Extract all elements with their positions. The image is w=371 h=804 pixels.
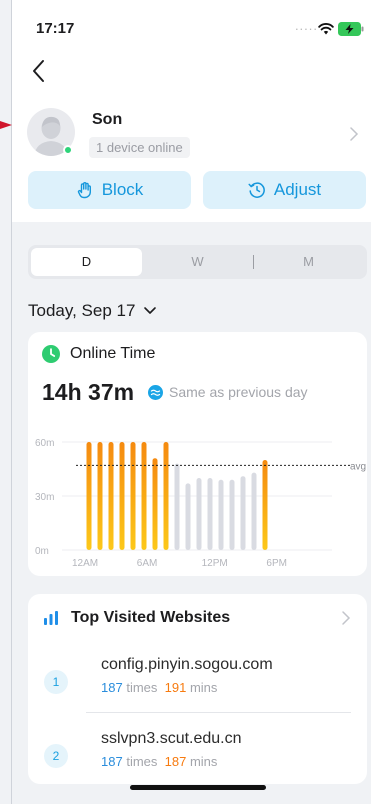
battery-charging-icon <box>338 22 364 36</box>
x-tick-label: 6AM <box>137 558 158 569</box>
list-divider <box>86 712 351 713</box>
website-stats: 187 times 191 mins <box>101 680 217 695</box>
chart-bar <box>174 463 180 550</box>
chart-bar <box>119 442 125 550</box>
status-bar: 17:17 ..... <box>36 18 366 42</box>
clock-adjust-icon <box>248 182 265 198</box>
chart-bar <box>152 458 158 550</box>
online-time-chart: 60m 30m 0m avg 12AM 6AM 12PM 6PM <box>35 438 366 569</box>
website-list-item[interactable]: 2 sslvpn3.scut.edu.cn 187 times 187 mins <box>43 730 353 784</box>
tab-week[interactable]: W <box>142 248 253 276</box>
tab-day[interactable]: D <box>31 248 142 276</box>
chart-bar <box>229 479 235 550</box>
y-tick-label: 0m <box>35 546 49 557</box>
x-tick-label: 6PM <box>266 558 287 569</box>
chart-bar <box>163 442 169 550</box>
chevron-down-icon <box>144 307 157 314</box>
rank-badge: 2 <box>44 744 68 768</box>
clock-icon <box>42 345 60 363</box>
visit-count: 187 <box>101 754 123 769</box>
visit-count: 187 <box>101 680 123 695</box>
rank-badge: 1 <box>44 670 68 694</box>
chart-bar <box>251 472 257 550</box>
wave-equal-icon <box>148 384 163 400</box>
chart-bar <box>141 442 147 550</box>
visit-minutes-unit: mins <box>189 680 218 695</box>
date-selector[interactable]: Today, Sep 17 <box>28 301 157 321</box>
wifi-icon <box>318 23 334 35</box>
visit-minutes: 187 <box>164 754 187 769</box>
hand-stop-icon <box>77 182 91 199</box>
online-time-total: 14h 37m <box>42 379 135 405</box>
website-domain: config.pinyin.sogou.com <box>101 656 273 673</box>
top-websites-header: Top Visited Websites <box>43 609 230 627</box>
average-label: avg <box>350 461 366 472</box>
pointer-arrow-icon <box>0 121 12 129</box>
chart-bar <box>97 442 103 550</box>
x-tick-label: 12AM <box>72 558 98 569</box>
chart-bar <box>130 442 136 550</box>
comparison-text: Same as previous day <box>169 384 308 400</box>
chart-bar <box>185 483 191 550</box>
top-websites-title: Top Visited Websites <box>71 609 231 626</box>
top-websites-card: Top Visited Websites 1 config.pinyin.sog… <box>28 594 367 784</box>
block-button-label: Block <box>101 180 144 199</box>
chevron-right-icon[interactable] <box>349 126 359 142</box>
visit-count-unit: times <box>126 754 158 769</box>
chevron-right-icon[interactable] <box>341 610 351 626</box>
period-tabs: D W M <box>28 245 367 279</box>
website-domain: sslvpn3.scut.edu.cn <box>101 730 242 747</box>
adjust-button[interactable]: Adjust <box>203 171 366 209</box>
block-button[interactable]: Block <box>28 171 191 209</box>
chart-bar <box>86 442 92 550</box>
chart-bar <box>108 442 114 550</box>
online-time-header: Online Time <box>42 345 155 363</box>
chart-bar <box>218 479 224 550</box>
x-tick-label: 12PM <box>202 558 228 569</box>
visit-count-unit: times <box>126 680 158 695</box>
visit-minutes: 191 <box>164 680 187 695</box>
visit-minutes-unit: mins <box>189 754 218 769</box>
chart-bar <box>207 478 213 550</box>
website-list-item[interactable]: 1 config.pinyin.sogou.com 187 times 191 … <box>43 656 353 716</box>
back-button[interactable] <box>28 58 50 84</box>
home-indicator <box>130 785 266 790</box>
adjust-button-label: Adjust <box>273 180 322 199</box>
online-status-dot <box>63 145 73 155</box>
status-time: 17:17 <box>36 20 75 37</box>
bar-chart-icon <box>44 611 58 625</box>
date-label: Today, Sep 17 <box>28 301 136 320</box>
signal-dots: ..... <box>294 18 318 33</box>
online-time-card: Online Time 14h 37m Same as previous day… <box>28 332 367 576</box>
online-time-title: Online Time <box>70 345 156 362</box>
website-stats: 187 times 187 mins <box>101 754 217 769</box>
chart-bar <box>240 476 246 550</box>
y-tick-label: 60m <box>35 438 54 449</box>
y-tick-label: 30m <box>35 492 54 503</box>
device-status-badge: 1 device online <box>89 137 190 158</box>
chart-bar <box>262 460 268 550</box>
chart-bar <box>196 478 202 550</box>
tab-month[interactable]: M <box>253 248 364 276</box>
comparison-row: Same as previous day <box>148 384 308 400</box>
profile-name: Son <box>92 111 123 128</box>
